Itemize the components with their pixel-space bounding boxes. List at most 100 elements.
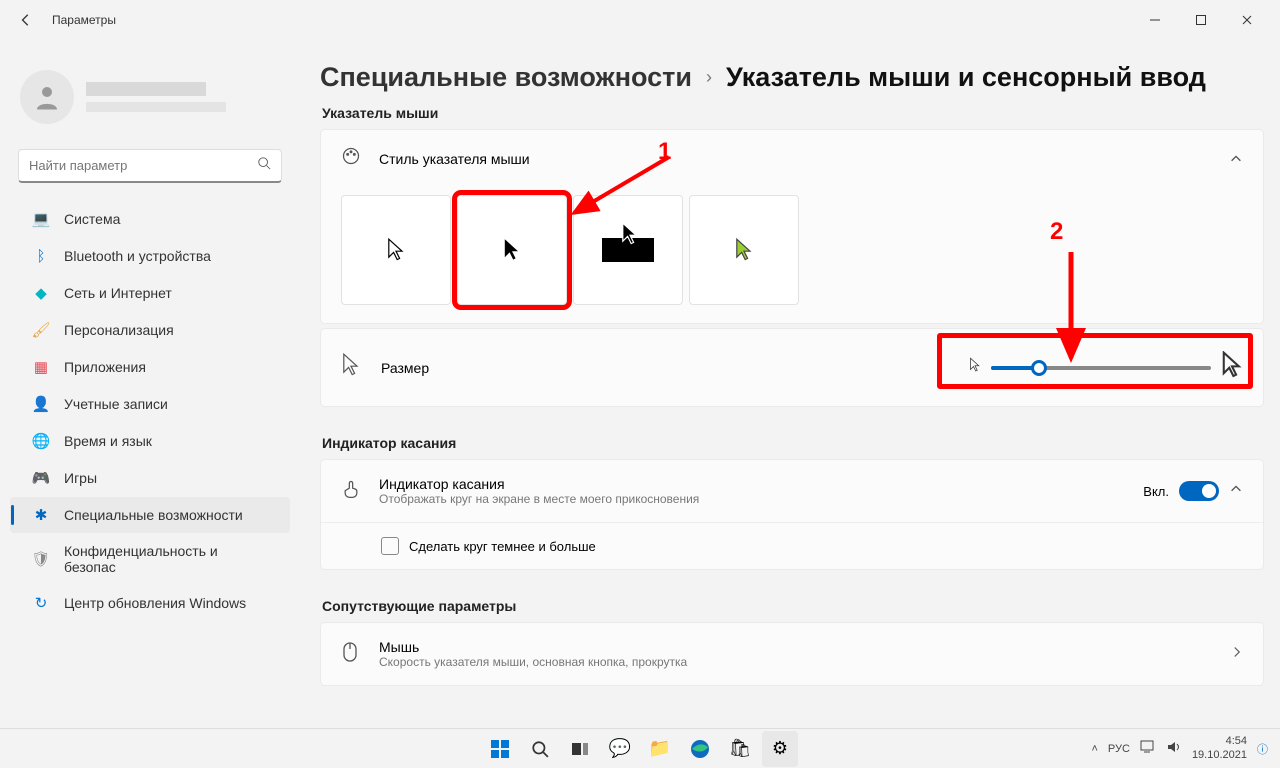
search-box[interactable] — [18, 149, 282, 183]
touch-indicator-desc: Отображать круг на экране в месте моего … — [379, 492, 699, 506]
nav-label: Система — [64, 211, 120, 227]
taskbar: 💬 📁 🛍 ⚙ ˄ РУС 4:54 19.10.2021 ⓘ — [0, 728, 1280, 768]
mouse-link-card[interactable]: Мышь Скорость указателя мыши, основная к… — [320, 622, 1264, 686]
nav-icon: 🌐 — [32, 432, 50, 450]
close-button[interactable] — [1224, 4, 1270, 36]
cursor-icon — [341, 353, 363, 382]
pointer-styles-row — [321, 187, 1263, 323]
nav-item-1[interactable]: ᛒ Bluetooth и устройства — [10, 238, 290, 274]
nav-label: Игры — [64, 470, 97, 486]
nav-item-6[interactable]: 🌐 Время и язык — [10, 423, 290, 459]
mouse-link-title: Мышь — [379, 639, 687, 655]
size-slider[interactable] — [991, 366, 1211, 370]
profile-name-redacted — [86, 82, 206, 96]
nav-item-5[interactable]: 👤 Учетные записи — [10, 386, 290, 422]
nav-item-2[interactable]: ◆ Сеть и Интернет — [10, 275, 290, 311]
touch-icon — [341, 479, 363, 504]
touch-darker-label: Сделать круг темнее и больше — [409, 539, 596, 554]
breadcrumb: Специальные возможности › Указатель мыши… — [320, 62, 1264, 93]
back-button[interactable] — [10, 4, 42, 36]
pointer-style-inverted[interactable] — [573, 195, 683, 305]
nav-item-0[interactable]: 💻Система — [10, 201, 290, 237]
nav-item-8[interactable]: ✱ Специальные возможности — [10, 497, 290, 533]
pointer-style-card: Стиль указателя мыши — [320, 129, 1264, 324]
touch-indicator-toggle[interactable] — [1179, 481, 1219, 501]
nav-label: Персонализация — [64, 322, 174, 338]
toggle-state-label: Вкл. — [1143, 484, 1169, 499]
mouse-icon — [341, 641, 363, 668]
nav-label: Приложения — [64, 359, 146, 375]
pointer-style-white[interactable] — [341, 195, 451, 305]
nav-label: Конфиденциальность и безопас — [64, 543, 272, 575]
nav-icon: 🎮 — [32, 469, 50, 487]
nav-item-9[interactable]: 🛡 Конфиденциальность и безопас — [10, 534, 290, 584]
pointer-style-custom-color[interactable] — [689, 195, 799, 305]
size-slider-group — [969, 351, 1243, 384]
nav-icon: ↻ — [32, 594, 50, 612]
cursor-small-icon — [969, 357, 981, 378]
titlebar: Параметры — [0, 0, 1280, 40]
tray-language[interactable]: РУС — [1108, 743, 1130, 755]
tray-notifications-icon[interactable]: ⓘ — [1257, 741, 1268, 757]
breadcrumb-parent[interactable]: Специальные возможности — [320, 62, 692, 93]
tray-clock[interactable]: 4:54 19.10.2021 — [1192, 735, 1247, 761]
pointer-style-label: Стиль указателя мыши — [379, 151, 1229, 167]
taskbar-store[interactable]: 🛍 — [722, 731, 758, 767]
section-touch-title: Индикатор касания — [322, 435, 1264, 451]
section-pointer-title: Указатель мыши — [322, 105, 1264, 121]
chevron-up-icon[interactable] — [1229, 152, 1243, 166]
tray-volume-icon[interactable] — [1166, 740, 1182, 757]
minimize-button[interactable] — [1132, 4, 1178, 36]
taskbar-taskview[interactable] — [562, 731, 598, 767]
touch-indicator-title: Индикатор касания — [379, 476, 699, 492]
breadcrumb-current: Указатель мыши и сенсорный ввод — [726, 62, 1206, 93]
checkbox[interactable] — [381, 537, 399, 555]
nav-icon: ᛒ — [32, 247, 50, 265]
nav-icon: ▦ — [32, 358, 50, 376]
taskbar-settings[interactable]: ⚙ — [762, 731, 798, 767]
nav-label: Специальные возможности — [64, 507, 243, 523]
section-related-title: Сопутствующие параметры — [322, 598, 1264, 614]
pointer-style-header[interactable]: Стиль указателя мыши — [321, 130, 1263, 187]
tray-network-icon[interactable] — [1140, 740, 1156, 757]
nav-item-7[interactable]: 🎮 Игры — [10, 460, 290, 496]
nav-label: Учетные записи — [64, 396, 168, 412]
size-label: Размер — [381, 360, 429, 376]
touch-indicator-card: Индикатор касания Отображать круг на экр… — [320, 459, 1264, 570]
nav-icon: 🛡 — [32, 550, 50, 568]
pointer-style-black[interactable] — [457, 195, 567, 305]
nav-icon: ✱ — [32, 506, 50, 524]
cursor-large-icon — [1221, 351, 1243, 384]
chevron-up-icon[interactable] — [1229, 482, 1243, 501]
taskbar-edge[interactable] — [682, 731, 718, 767]
taskbar-explorer[interactable]: 📁 — [642, 731, 678, 767]
taskbar-chat[interactable]: 💬 — [602, 731, 638, 767]
nav-item-4[interactable]: ▦ Приложения — [10, 349, 290, 385]
tray-chevron-icon[interactable]: ˄ — [1091, 743, 1097, 755]
window-title: Параметры — [52, 13, 116, 27]
nav-icon: ◆ — [32, 284, 50, 302]
search-icon — [257, 156, 271, 175]
profile-block[interactable] — [4, 60, 296, 134]
palette-icon — [341, 146, 363, 171]
profile-email-redacted — [86, 102, 226, 112]
nav-icon: 🖌 — [32, 321, 50, 339]
touch-darker-option[interactable]: Сделать круг темнее и больше — [321, 522, 1263, 569]
nav-label: Время и язык — [64, 433, 152, 449]
start-button[interactable] — [482, 731, 518, 767]
nav-icon: 👤 — [32, 395, 50, 413]
maximize-button[interactable] — [1178, 4, 1224, 36]
pointer-size-row: Размер — [320, 328, 1264, 407]
touch-indicator-header[interactable]: Индикатор касания Отображать круг на экр… — [321, 460, 1263, 522]
nav-label: Сеть и Интернет — [64, 285, 172, 301]
chevron-right-icon: › — [706, 67, 712, 88]
taskbar-search[interactable] — [522, 731, 558, 767]
mouse-link-desc: Скорость указателя мыши, основная кнопка… — [379, 655, 687, 669]
search-input[interactable] — [29, 158, 257, 173]
nav-label: Bluetooth и устройства — [64, 248, 211, 264]
nav-item-3[interactable]: 🖌 Персонализация — [10, 312, 290, 348]
main-content: Специальные возможности › Указатель мыши… — [320, 50, 1268, 728]
nav-item-10[interactable]: ↻ Центр обновления Windows — [10, 585, 290, 621]
nav-label: Центр обновления Windows — [64, 595, 246, 611]
sidebar: 💻Система ᛒ Bluetooth и устройства ◆ Сеть и И… — [0, 50, 300, 728]
